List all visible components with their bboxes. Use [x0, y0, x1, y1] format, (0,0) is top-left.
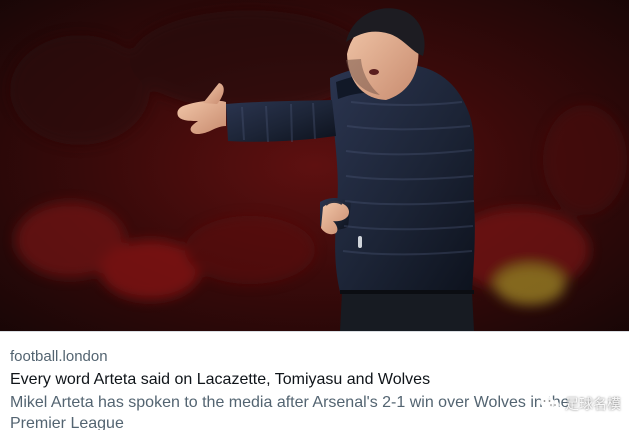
article-image[interactable]: [0, 0, 629, 331]
watermark: 足球名模: [539, 395, 621, 413]
wechat-icon: [540, 396, 560, 410]
link-preview-card[interactable]: football.london Every word Arteta said o…: [0, 0, 629, 430]
source-domain: football.london: [10, 348, 108, 365]
manager-photo: [0, 0, 629, 331]
article-title-link[interactable]: Every word Arteta said on Lacazette, Tom…: [10, 369, 620, 390]
article-description: Mikel Arteta has spoken to the media aft…: [10, 394, 570, 430]
image-divider: [0, 331, 629, 332]
watermark-text: 足球名模: [565, 396, 621, 412]
